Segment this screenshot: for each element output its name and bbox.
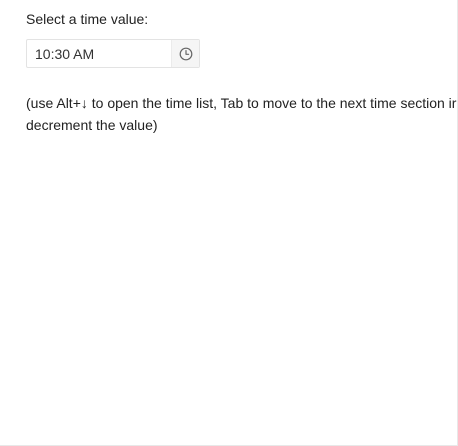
demo-page: Select a time value: (use Alt+↓ to open … [0,0,458,446]
hint-line-2: decrement the value) [26,117,158,133]
hint-line-1: (use Alt+↓ to open the time list, Tab to… [26,95,457,111]
open-time-list-button[interactable] [171,40,199,67]
clock-icon [179,47,192,60]
time-picker[interactable] [26,39,200,68]
time-field-label: Select a time value: [26,11,149,27]
time-input[interactable] [27,40,171,67]
keyboard-hint: (use Alt+↓ to open the time list, Tab to… [26,92,457,136]
